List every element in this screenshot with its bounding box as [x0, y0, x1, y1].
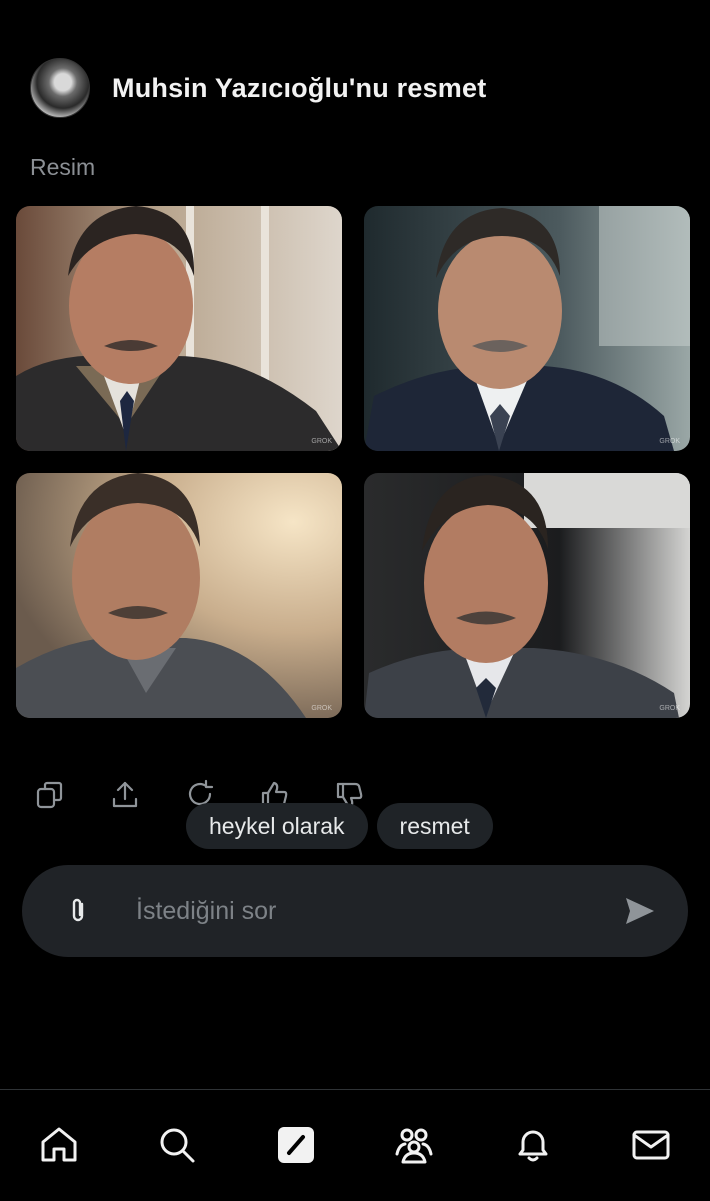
generated-image-4[interactable]: GROK	[364, 473, 690, 718]
watermark: GROK	[659, 438, 680, 445]
search-icon[interactable]	[154, 1122, 200, 1168]
copy-icon[interactable]	[30, 775, 70, 815]
generated-image-3[interactable]: GROK	[16, 473, 342, 718]
watermark: GROK	[659, 705, 680, 712]
avatar[interactable]	[30, 58, 90, 118]
message-composer	[22, 865, 688, 957]
notifications-icon[interactable]	[510, 1122, 556, 1168]
home-icon[interactable]	[36, 1122, 82, 1168]
watermark: GROK	[311, 438, 332, 445]
paperclip-icon[interactable]	[62, 895, 94, 927]
suggestion-chips: heykel olarak resmet	[186, 803, 502, 849]
watermark: GROK	[311, 705, 332, 712]
generated-image-1[interactable]: GROK	[16, 206, 342, 451]
messages-icon[interactable]	[628, 1122, 674, 1168]
section-label: Resim	[30, 154, 96, 180]
share-icon[interactable]	[105, 775, 145, 815]
suggestion-chip[interactable]: resmet	[376, 803, 493, 849]
suggestion-chip[interactable]: heykel olarak	[186, 803, 368, 849]
communities-icon[interactable]	[391, 1122, 437, 1168]
chat-header: Muhsin Yazıcıoğlu'nu resmet	[30, 58, 486, 118]
prompt-input[interactable]	[134, 896, 598, 927]
grok-icon[interactable]	[273, 1122, 319, 1168]
bottom-nav	[0, 1089, 710, 1201]
send-icon[interactable]	[622, 893, 658, 929]
image-grid: GROK GROK GROK GROK	[16, 206, 690, 718]
generated-image-2[interactable]: GROK	[364, 206, 690, 451]
page-title: Muhsin Yazıcıoğlu'nu resmet	[112, 72, 487, 103]
